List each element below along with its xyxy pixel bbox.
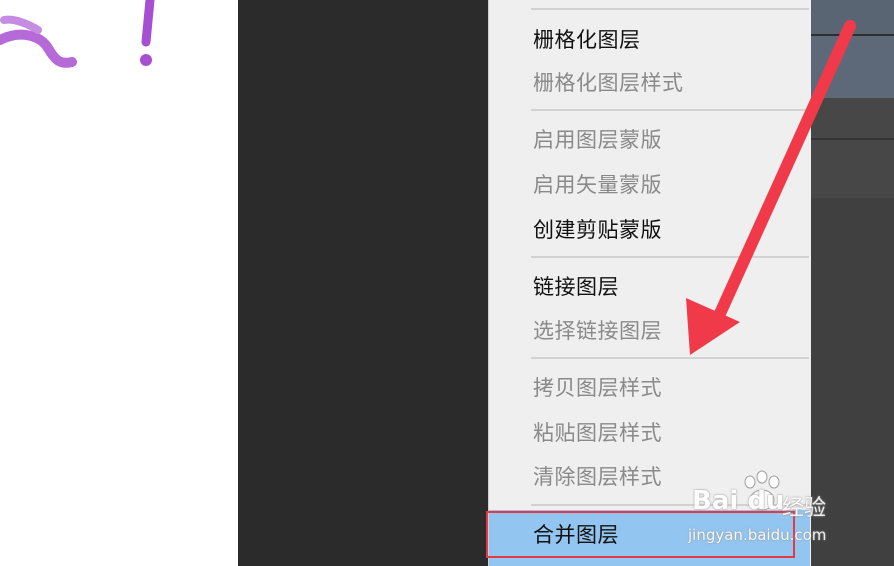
watermark-brand: Bai du [692, 486, 785, 516]
baidu-watermark: Bai du 经验 jingyan.baidu.com [686, 470, 886, 550]
menu-item-clear-layer-style[interactable]: 清除图层样式 [533, 463, 662, 491]
menu-separator [531, 357, 809, 359]
menu-item-copy-layer-style[interactable]: 拷贝图层样式 [533, 374, 662, 402]
workspace-panel [238, 0, 488, 566]
watermark-product: 经验 [782, 496, 827, 521]
menu-separator [531, 109, 809, 111]
menu-item-enable-vector-mask[interactable]: 启用矢量蒙版 [533, 171, 662, 199]
menu-separator [531, 256, 809, 258]
document-canvas [0, 0, 238, 566]
menu-item-paste-layer-style[interactable]: 粘贴图层样式 [533, 419, 662, 447]
watermark-url: jingyan.baidu.com [688, 526, 827, 544]
menu-item-create-clipping-mask[interactable]: 创建剪贴蒙版 [533, 216, 662, 244]
menu-separator [531, 8, 809, 10]
menu-item-rasterize-layer[interactable]: 栅格化图层 [533, 26, 641, 54]
menu-item-rasterize-layer-style[interactable]: 栅格化图层样式 [533, 69, 684, 97]
menu-item-select-linked-layers[interactable]: 选择链接图层 [533, 317, 662, 345]
menu-item-enable-layer-mask[interactable]: 启用图层蒙版 [533, 126, 662, 154]
menu-item-link-layers[interactable]: 链接图层 [533, 273, 619, 301]
canvas-artwork [0, 0, 155, 68]
